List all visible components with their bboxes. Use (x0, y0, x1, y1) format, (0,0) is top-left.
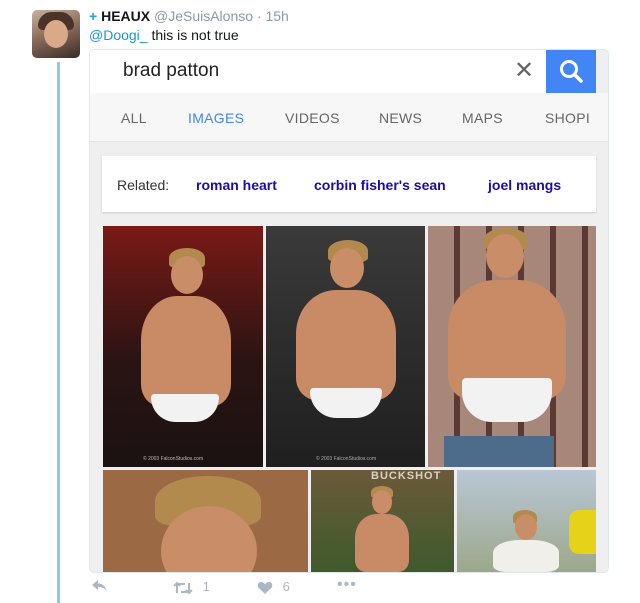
author-name[interactable]: HEAUX (101, 8, 150, 24)
attached-screenshot[interactable]: brad patton ✕ ALL IMAGES VIDEOS NEWS MAP… (89, 49, 609, 573)
image-result[interactable] (457, 470, 596, 572)
photo-subject (444, 436, 554, 467)
image-result[interactable]: © 2003 FalconStudios.com (266, 226, 425, 467)
tab-videos[interactable]: VIDEOS (285, 110, 340, 126)
tweet-text: @Doogi_ this is not true (89, 27, 239, 43)
tweet-body: this is not true (147, 27, 239, 43)
photo-subject (330, 248, 364, 288)
search-icon (560, 60, 583, 83)
image-result[interactable]: © 2003 FalconStudios.com (103, 226, 263, 467)
tab-maps[interactable]: MAPS (462, 110, 503, 126)
tab-news[interactable]: NEWS (379, 110, 422, 126)
tab-images[interactable]: IMAGES (188, 110, 244, 126)
avatar[interactable] (32, 10, 80, 58)
search-input[interactable]: brad patton (123, 60, 219, 82)
mention-link[interactable]: @Doogi_ (89, 27, 148, 43)
tab-all[interactable]: ALL (121, 110, 147, 126)
photo-subject (372, 490, 392, 514)
photo-subject (310, 388, 382, 418)
retweet-count: 1 (202, 579, 210, 594)
follow-plus-icon[interactable]: + (89, 8, 97, 24)
tweet-time[interactable]: 15h (265, 8, 288, 24)
photo-subject (171, 256, 203, 294)
avatar-face (44, 20, 68, 48)
photo-subject (486, 234, 524, 278)
photo-subject (355, 514, 409, 572)
search-button[interactable] (546, 50, 596, 93)
photo-subject (462, 378, 552, 422)
related-link[interactable]: joel mangs (488, 177, 561, 193)
photo-subject (493, 540, 559, 572)
retweet-button[interactable]: 1 (173, 579, 210, 595)
image-watermark: © 2003 FalconStudios.com (143, 456, 204, 462)
search-tabs: ALL IMAGES VIDEOS NEWS MAPS SHOPI (90, 93, 608, 184)
image-result[interactable] (428, 226, 596, 467)
like-count: 6 (282, 579, 290, 594)
image-banner: BUCKSHOT (371, 470, 442, 482)
close-icon[interactable]: ✕ (512, 56, 536, 86)
more-icon[interactable]: ••• (337, 576, 357, 594)
tweet-header: + HEAUX @JeSuisAlonso · 15h (89, 8, 289, 24)
photo-subject (141, 296, 231, 406)
image-watermark: © 2003 FalconStudios.com (316, 456, 377, 462)
like-button[interactable]: 6 (257, 579, 290, 595)
photo-subject (569, 510, 596, 554)
image-result[interactable] (103, 470, 308, 572)
author-handle[interactable]: @JeSuisAlonso (154, 8, 253, 24)
related-link[interactable]: roman heart (196, 177, 277, 193)
tab-shopping[interactable]: SHOPI (545, 110, 590, 126)
search-bar: brad patton ✕ (90, 50, 596, 93)
photo-subject (151, 394, 219, 422)
reply-icon[interactable] (91, 579, 109, 596)
header-separator: · (256, 8, 262, 24)
related-searches: Related: roman heart corbin fisher's sea… (102, 156, 596, 212)
heart-icon (257, 581, 273, 594)
retweet-icon (173, 581, 193, 594)
tweet-actions: 1 6 ••• (89, 575, 389, 603)
photo-subject (515, 514, 537, 540)
related-label: Related: (117, 177, 170, 193)
thread-line (57, 62, 60, 603)
related-link[interactable]: corbin fisher's sean (314, 177, 446, 193)
photo-subject (296, 290, 396, 400)
image-result[interactable]: BUCKSHOT (311, 470, 454, 572)
